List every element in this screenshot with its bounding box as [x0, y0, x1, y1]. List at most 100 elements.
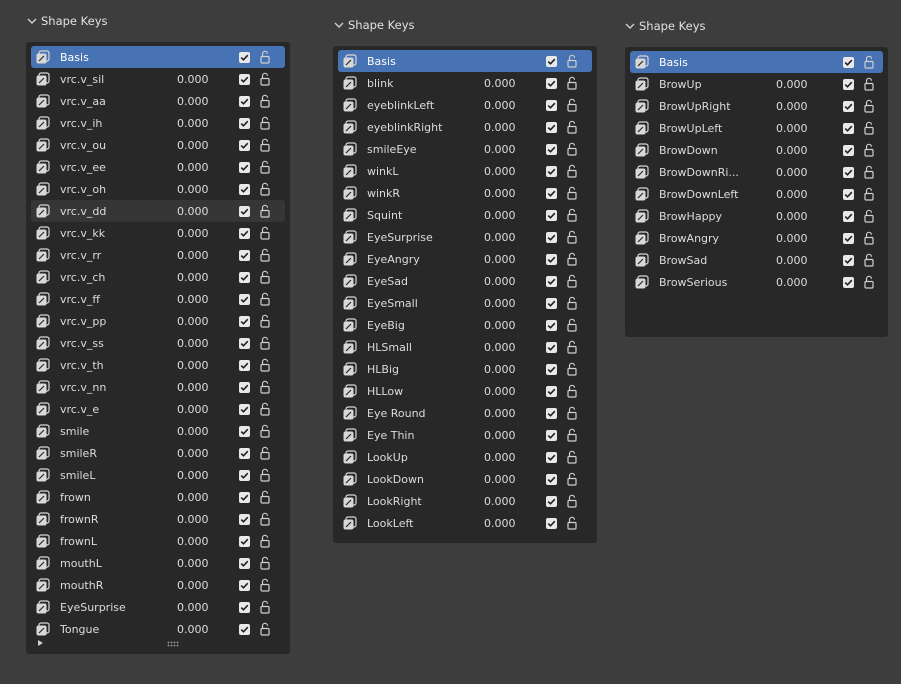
shape-key-row[interactable]: BrowUp 0.000	[630, 73, 883, 95]
unlock-icon[interactable]	[566, 274, 578, 288]
shape-key-name[interactable]: winkL	[367, 165, 484, 178]
shape-key-row[interactable]: EyeSmall 0.000	[338, 292, 592, 314]
unlock-icon[interactable]	[566, 54, 578, 68]
checkbox-checked-icon[interactable]	[239, 139, 250, 151]
unlock-icon[interactable]	[259, 72, 271, 86]
shape-key-row[interactable]: LookRight 0.000	[338, 490, 592, 512]
checkbox-checked-icon[interactable]	[843, 188, 854, 200]
shape-key-row[interactable]: vrc.v_rr 0.000	[31, 244, 285, 266]
shape-key-row[interactable]: vrc.v_sil 0.000	[31, 68, 285, 90]
shape-key-name[interactable]: Basis	[659, 56, 776, 69]
shape-key-row[interactable]: blink 0.000	[338, 72, 592, 94]
shape-key-row[interactable]: vrc.v_ee 0.000	[31, 156, 285, 178]
shape-key-name[interactable]: frown	[60, 491, 177, 504]
shape-key-value[interactable]: 0.000	[177, 293, 247, 306]
shape-key-name[interactable]: BrowSad	[659, 254, 776, 267]
checkbox-checked-icon[interactable]	[546, 77, 557, 89]
checkbox-checked-icon[interactable]	[239, 359, 250, 371]
checkbox-checked-icon[interactable]	[239, 447, 250, 459]
shape-key-row[interactable]: BrowUpLeft 0.000	[630, 117, 883, 139]
shape-key-value[interactable]: 0.000	[776, 254, 846, 267]
checkbox-checked-icon[interactable]	[546, 429, 557, 441]
checkbox-checked-icon[interactable]	[843, 144, 854, 156]
shape-key-name[interactable]: vrc.v_nn	[60, 381, 177, 394]
shape-key-value[interactable]: 0.000	[177, 139, 247, 152]
unlock-icon[interactable]	[259, 358, 271, 372]
shape-key-value[interactable]: 0.000	[484, 187, 554, 200]
unlock-icon[interactable]	[259, 534, 271, 548]
unlock-icon[interactable]	[259, 182, 271, 196]
shape-key-row[interactable]: vrc.v_ou 0.000	[31, 134, 285, 156]
shape-key-name[interactable]: mouthL	[60, 557, 177, 570]
shape-key-row[interactable]: winkL 0.000	[338, 160, 592, 182]
shape-key-name[interactable]: BrowUpRight	[659, 100, 776, 113]
unlock-icon[interactable]	[259, 270, 271, 284]
shape-key-value[interactable]: 0.000	[177, 491, 247, 504]
shape-key-name[interactable]: vrc.v_ff	[60, 293, 177, 306]
shape-key-value[interactable]: 0.000	[484, 275, 554, 288]
shape-key-name[interactable]: eyeblinkLeft	[367, 99, 484, 112]
unlock-icon[interactable]	[259, 600, 271, 614]
checkbox-checked-icon[interactable]	[239, 557, 250, 569]
shape-key-value[interactable]: 0.000	[484, 121, 554, 134]
unlock-icon[interactable]	[259, 380, 271, 394]
shape-key-value[interactable]: 0.000	[484, 165, 554, 178]
unlock-icon[interactable]	[259, 204, 271, 218]
shape-key-name[interactable]: vrc.v_pp	[60, 315, 177, 328]
shape-key-name[interactable]: vrc.v_rr	[60, 249, 177, 262]
checkbox-checked-icon[interactable]	[239, 95, 250, 107]
shape-key-name[interactable]: vrc.v_ss	[60, 337, 177, 350]
unlock-icon[interactable]	[259, 138, 271, 152]
unlock-icon[interactable]	[566, 164, 578, 178]
unlock-icon[interactable]	[566, 120, 578, 134]
checkbox-checked-icon[interactable]	[843, 78, 854, 90]
unlock-icon[interactable]	[259, 556, 271, 570]
shape-key-name[interactable]: BrowUp	[659, 78, 776, 91]
panel-header-1[interactable]: Shape Keys	[26, 11, 108, 31]
unlock-icon[interactable]	[259, 512, 271, 526]
unlock-icon[interactable]	[566, 186, 578, 200]
unlock-icon[interactable]	[566, 318, 578, 332]
shape-key-value[interactable]: 0.000	[484, 495, 554, 508]
shape-key-row[interactable]: Squint 0.000	[338, 204, 592, 226]
shape-key-row[interactable]: EyeBig 0.000	[338, 314, 592, 336]
checkbox-checked-icon[interactable]	[239, 183, 250, 195]
checkbox-checked-icon[interactable]	[239, 117, 250, 129]
unlock-icon[interactable]	[259, 336, 271, 350]
checkbox-checked-icon[interactable]	[239, 249, 250, 261]
checkbox-checked-icon[interactable]	[546, 253, 557, 265]
shape-key-row[interactable]: EyeAngry 0.000	[338, 248, 592, 270]
shape-key-row[interactable]: vrc.v_ih 0.000	[31, 112, 285, 134]
unlock-icon[interactable]	[863, 275, 875, 289]
shape-key-name[interactable]: smileR	[60, 447, 177, 460]
shape-key-value[interactable]: 0.000	[484, 253, 554, 266]
shape-key-row[interactable]: eyeblinkLeft 0.000	[338, 94, 592, 116]
shape-key-row[interactable]: vrc.v_kk 0.000	[31, 222, 285, 244]
shape-key-value[interactable]: 0.000	[177, 447, 247, 460]
shape-key-name[interactable]: frownL	[60, 535, 177, 548]
shape-key-row[interactable]: vrc.v_aa 0.000	[31, 90, 285, 112]
unlock-icon[interactable]	[259, 50, 271, 64]
checkbox-checked-icon[interactable]	[239, 579, 250, 591]
checkbox-checked-icon[interactable]	[239, 513, 250, 525]
shape-key-row[interactable]: vrc.v_oh 0.000	[31, 178, 285, 200]
shape-key-value[interactable]: 0.000	[177, 425, 247, 438]
shape-key-row[interactable]: Tongue 0.000	[31, 618, 285, 640]
shape-key-value[interactable]: 0.000	[484, 407, 554, 420]
grip-icon[interactable]	[167, 641, 179, 647]
unlock-icon[interactable]	[566, 516, 578, 530]
unlock-icon[interactable]	[566, 208, 578, 222]
shape-key-value[interactable]: 0.000	[776, 78, 846, 91]
shape-key-name[interactable]: vrc.v_ih	[60, 117, 177, 130]
shape-key-value[interactable]: 0.000	[776, 188, 846, 201]
shape-key-value[interactable]: 0.000	[177, 249, 247, 262]
checkbox-checked-icon[interactable]	[239, 623, 250, 635]
shape-key-row[interactable]: BrowSerious 0.000	[630, 271, 883, 293]
shape-key-value[interactable]: 0.000	[177, 623, 247, 636]
shape-key-row[interactable]: BrowSad 0.000	[630, 249, 883, 271]
checkbox-checked-icon[interactable]	[546, 275, 557, 287]
checkbox-checked-icon[interactable]	[239, 535, 250, 547]
shape-key-row[interactable]: smileEye 0.000	[338, 138, 592, 160]
shape-key-name[interactable]: HLLow	[367, 385, 484, 398]
shape-key-row[interactable]: smileR 0.000	[31, 442, 285, 464]
